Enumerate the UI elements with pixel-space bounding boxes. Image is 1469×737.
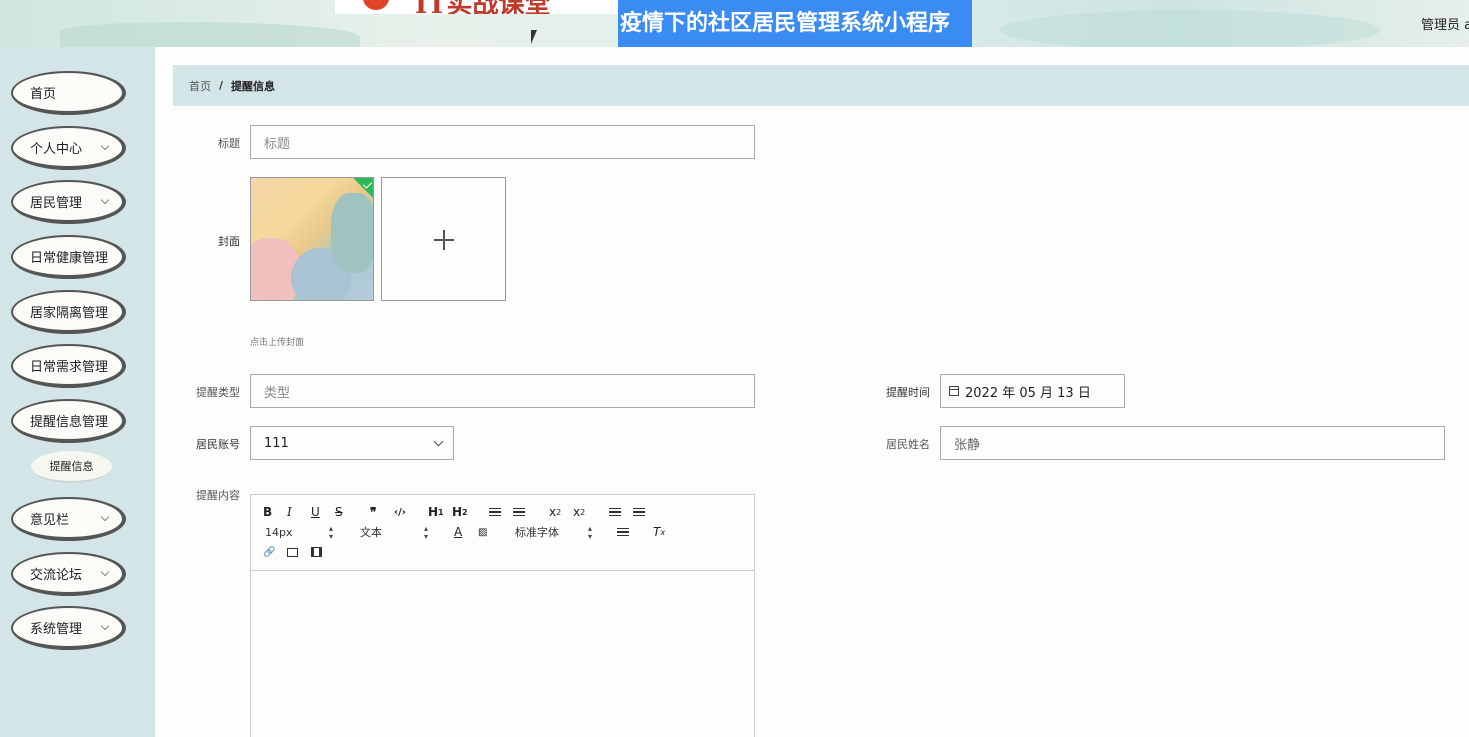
align-icon[interactable] [617, 524, 629, 540]
time-value: 2022 年 05 月 13 日 [965, 385, 1091, 401]
indent-icon[interactable] [633, 504, 645, 520]
font-color-icon[interactable]: A [454, 524, 462, 540]
underline-button[interactable]: U [311, 504, 320, 520]
clear-format-icon[interactable]: Tx [653, 524, 665, 540]
chevron-down-icon [100, 621, 110, 631]
sidebar-item-forum[interactable]: 交流论坛 [11, 552, 126, 596]
image-icon[interactable] [287, 544, 298, 560]
account-select[interactable]: 111 [250, 426, 454, 460]
time-label: 提醒时间 [886, 386, 930, 399]
mouse-cursor-icon [531, 30, 537, 44]
select-arrows-icon: ▴ ▾ [588, 524, 593, 541]
admin-label[interactable]: 管理员 a [1421, 14, 1469, 33]
chevron-down-icon [433, 436, 444, 447]
account-value: 111 [264, 435, 289, 451]
font-family-value: 标准字体 [515, 526, 559, 539]
bullet-list-icon[interactable] [513, 504, 525, 520]
plus-icon [443, 230, 445, 250]
sidebar-item-home-isolation-management[interactable]: 居家隔离管理 [11, 290, 126, 334]
cover-image-art [331, 193, 373, 273]
header-decoration [1000, 10, 1380, 47]
type-label: 提醒类型 [196, 386, 240, 399]
editor-toolbar: B I U S ❞ ‹/› H1 H2 x2 x2 14px ▴ ▾ 文本 ▴ ▾ … [251, 495, 754, 571]
sidebar-item-personal-center[interactable]: 个人中心 [11, 126, 126, 170]
outdent-icon[interactable] [609, 504, 621, 520]
name-label: 居民姓名 [886, 438, 930, 451]
cover-image-thumbnail[interactable] [250, 177, 374, 301]
chevron-down-icon [100, 195, 110, 205]
text-style-select[interactable]: 文本 ▴ ▾ [360, 524, 430, 541]
sidebar-item-home[interactable]: 首页 [11, 71, 126, 115]
superscript-button[interactable]: x2 [573, 504, 585, 520]
sidebar-item-label: 日常需求管理 [30, 359, 109, 375]
chevron-down-icon [100, 567, 110, 577]
breadcrumb-current: 提醒信息 [231, 79, 276, 93]
font-size-value: 14px [265, 525, 293, 539]
type-input[interactable]: 类型 [250, 374, 755, 408]
font-family-select[interactable]: 标准字体 ▴ ▾ [515, 524, 595, 541]
sidebar-item-system-management[interactable]: 系统管理 [11, 606, 126, 650]
strikethrough-button[interactable]: S [335, 504, 343, 520]
content-label: 提醒内容 [196, 489, 240, 502]
background-color-icon[interactable]: ▨ [478, 524, 487, 540]
sidebar-item-label: 意见栏 [30, 512, 70, 528]
link-icon[interactable]: 🔗 [263, 544, 275, 560]
sidebar-item-label: 居家隔离管理 [30, 305, 109, 321]
select-arrows-icon: ▴ ▾ [424, 524, 429, 541]
sidebar-item-daily-needs-management[interactable]: 日常需求管理 [11, 344, 126, 388]
sidebar-item-feedback[interactable]: 意见栏 [11, 497, 126, 541]
breadcrumb-separator: / [219, 79, 224, 92]
top-header: IT实战课堂 疫情下的社区居民管理系统小程序 管理员 a [0, 0, 1469, 47]
logo: IT实战课堂 [335, 0, 665, 14]
video-icon[interactable] [311, 544, 322, 560]
sidebar-item-daily-health-management[interactable]: 日常健康管理 [11, 235, 126, 279]
account-label: 居民账号 [196, 438, 240, 451]
sidebar-item-resident-management[interactable]: 居民管理 [11, 180, 126, 224]
bold-button[interactable]: B [263, 504, 272, 520]
sidebar-subitem-reminder-info[interactable]: 提醒信息 [31, 451, 112, 483]
italic-button[interactable]: I [287, 504, 292, 520]
font-size-select[interactable]: 14px ▴ ▾ [265, 524, 335, 541]
heading2-button[interactable]: H2 [452, 504, 468, 520]
upload-cover-button[interactable] [381, 177, 506, 301]
cover-hint: 点击上传封面 [250, 338, 305, 348]
sidebar-item-label: 日常健康管理 [30, 250, 109, 266]
title-label: 标题 [218, 137, 240, 150]
chevron-down-icon [100, 141, 110, 151]
rich-text-editor: B I U S ❞ ‹/› H1 H2 x2 x2 14px ▴ ▾ 文本 ▴ ▾ … [250, 494, 755, 737]
system-title: 疫情下的社区居民管理系统小程序 [618, 0, 972, 47]
ordered-list-icon[interactable] [489, 504, 501, 520]
logo-text: IT实战课堂 [415, 0, 551, 14]
breadcrumb: 首页 / 提醒信息 [173, 65, 1469, 106]
sidebar-item-reminder-info-management[interactable]: 提醒信息管理 [11, 399, 126, 443]
select-arrows-icon: ▴ ▾ [329, 524, 334, 541]
editor-content-area[interactable] [251, 572, 754, 737]
sidebar-item-label: 居民管理 [30, 195, 83, 211]
blockquote-icon[interactable]: ❞ [370, 504, 376, 520]
calendar-icon [949, 386, 959, 396]
code-block-icon[interactable]: ‹/› [394, 504, 406, 520]
logo-icon [363, 0, 389, 10]
cover-label: 封面 [218, 235, 240, 248]
sidebar-item-label: 首页 [30, 86, 57, 102]
time-picker[interactable]: 2022 年 05 月 13 日 [940, 374, 1125, 408]
sidebar-item-label: 交流论坛 [30, 567, 83, 583]
chevron-down-icon [100, 512, 110, 522]
breadcrumb-home[interactable]: 首页 [189, 78, 211, 94]
sidebar-item-label: 个人中心 [30, 141, 83, 157]
sidebar-item-label: 提醒信息管理 [30, 414, 109, 430]
text-style-value: 文本 [360, 526, 382, 539]
title-input[interactable]: 标题 [250, 125, 755, 159]
sidebar-item-label: 系统管理 [30, 621, 83, 637]
subscript-button[interactable]: x2 [549, 504, 561, 520]
name-input[interactable]: 张静 [940, 426, 1445, 460]
header-decoration [60, 22, 360, 47]
heading1-button[interactable]: H1 [428, 504, 444, 520]
